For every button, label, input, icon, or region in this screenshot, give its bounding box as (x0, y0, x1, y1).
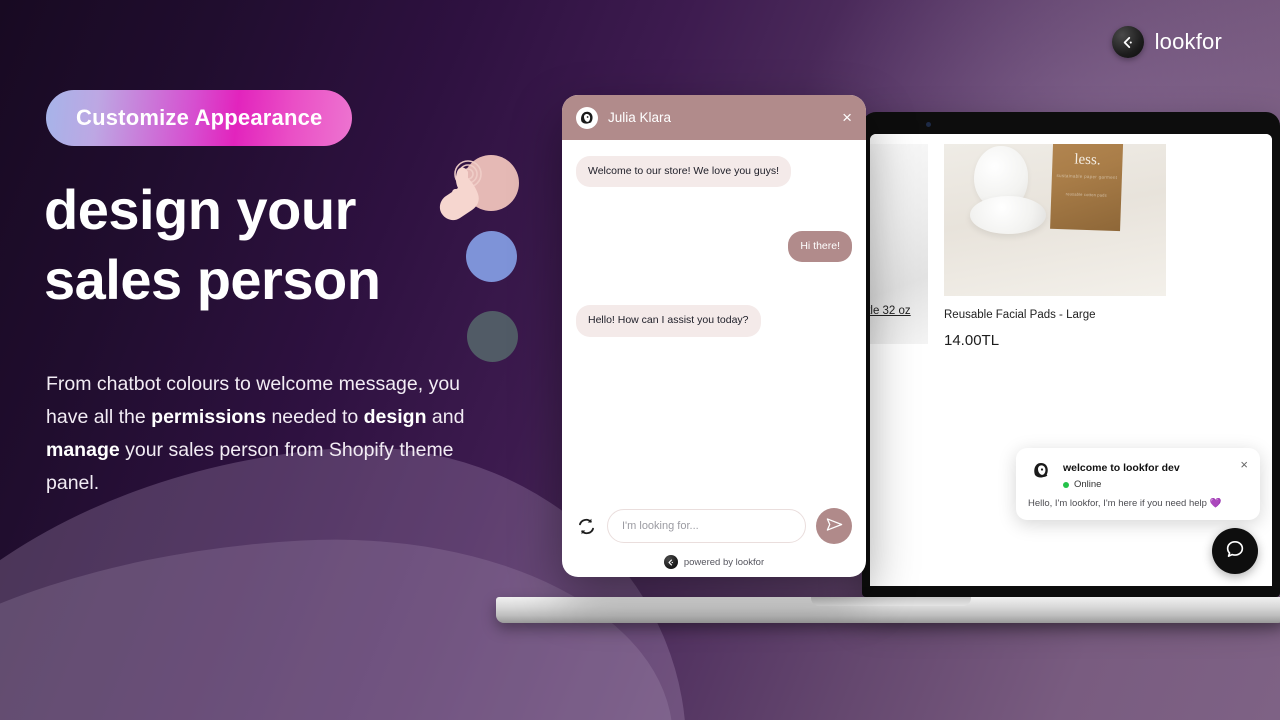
color-swatch-blue[interactable] (466, 231, 517, 282)
chat-footer: powered by lookfor (562, 508, 866, 577)
desc-bold-design: design (363, 406, 427, 428)
headline-line-2: sales person (44, 248, 381, 311)
chat-header: Julia Klara × (562, 95, 866, 140)
popup-close-icon[interactable]: × (1240, 458, 1248, 471)
headline-line-1: design your (44, 178, 356, 241)
packaging-brand-label: less. (1074, 151, 1101, 169)
packaging-sub-label: sustainable paper garment (1056, 172, 1118, 181)
powered-by-label: powered by lookfor (683, 556, 765, 568)
message-bubble: Hi there! (788, 231, 852, 263)
send-button[interactable] (816, 508, 852, 544)
chat-welcome-popup: welcome to lookfor dev Online × Hello, I… (1016, 448, 1260, 520)
product-title: Reusable Facial Pads - Large (944, 309, 1096, 321)
agent-avatar-icon (576, 106, 598, 129)
search-input[interactable] (607, 509, 806, 543)
slide-canvas: lookfor Customize Appearance design your… (0, 0, 1280, 720)
badge-label: Customize Appearance (76, 105, 323, 130)
brand-name: lookfor (1154, 29, 1222, 54)
laptop-base (496, 597, 1280, 623)
chat-message-bot-1: Welcome to our store! We love you guys! (576, 156, 852, 188)
status-online-dot-icon (1063, 481, 1069, 488)
popup-status: Online (1063, 479, 1180, 490)
desc-bold-permissions: permissions (151, 406, 267, 428)
chat-input-row (576, 508, 852, 544)
product-price: 14.00TL (944, 332, 1000, 349)
popup-title: welcome to lookfor dev (1063, 462, 1180, 474)
popup-header-text: welcome to lookfor dev Online (1063, 458, 1180, 490)
chevron-left-dot-icon (1111, 26, 1144, 58)
agent-avatar-icon (1028, 458, 1054, 484)
desc-bold-manage: manage (46, 439, 120, 461)
facial-pad-flat (970, 196, 1046, 234)
laptop-screen: less. sustainable paper garment reusable… (870, 134, 1272, 586)
hero-description: From chatbot colours to welcome message,… (46, 368, 466, 500)
message-bubble: Welcome to our store! We love you guys! (576, 156, 792, 188)
product-grid: less. sustainable paper garment reusable… (870, 144, 1166, 349)
popup-header: welcome to lookfor dev Online × (1028, 458, 1248, 490)
chat-message-list: Welcome to our store! We love you guys! … (562, 140, 866, 508)
product-card-partial[interactable] (870, 144, 928, 349)
laptop-lid: less. sustainable paper garment reusable… (862, 112, 1280, 597)
lookfor-mark-icon (663, 555, 678, 569)
pointing-hand-icon (432, 158, 502, 238)
desc-part-2: needed to (266, 406, 364, 428)
powered-by-lookfor: powered by lookfor (576, 555, 852, 569)
laptop-camera-icon (926, 122, 931, 127)
popup-message: Hello, I'm lookfor, I'm here if you need… (1028, 498, 1222, 509)
product-card[interactable]: less. sustainable paper garment reusable… (944, 144, 1166, 349)
chat-launcher-button[interactable] (1212, 528, 1258, 574)
laptop-mockup: less. sustainable paper garment reusable… (496, 112, 1280, 632)
color-swatch-slate[interactable] (467, 311, 518, 362)
chat-widget: Julia Klara × Welcome to our store! We l… (562, 95, 866, 577)
storefront-page: less. sustainable paper garment reusable… (870, 134, 1272, 586)
customize-appearance-badge[interactable]: Customize Appearance (46, 90, 353, 146)
chat-message-user-1: Hi there! (576, 231, 852, 263)
popup-status-label: Online (1074, 479, 1102, 490)
packaging-sub-label-2: reusable cotton pads (1065, 191, 1107, 198)
chat-agent-name: Julia Klara (608, 110, 672, 125)
laptop-base-notch (811, 597, 971, 606)
chat-message-bot-2: Hello! How can I assist you today? (576, 305, 852, 337)
page-title: design your sales person (44, 175, 464, 315)
message-bubble: Hello! How can I assist you today? (576, 305, 761, 337)
close-icon[interactable]: × (842, 109, 852, 126)
desc-part-3: and (426, 406, 465, 428)
refresh-icon[interactable] (576, 516, 597, 537)
product-image: less. sustainable paper garment reusable… (944, 144, 1166, 296)
brand-logo: lookfor (1111, 26, 1222, 58)
packaging-bag: less. sustainable paper garment reusable… (1050, 144, 1124, 232)
send-icon (825, 515, 844, 537)
chat-bubble-icon (1224, 538, 1246, 565)
product-title-partial[interactable]: ttle 32 oz (870, 305, 911, 317)
